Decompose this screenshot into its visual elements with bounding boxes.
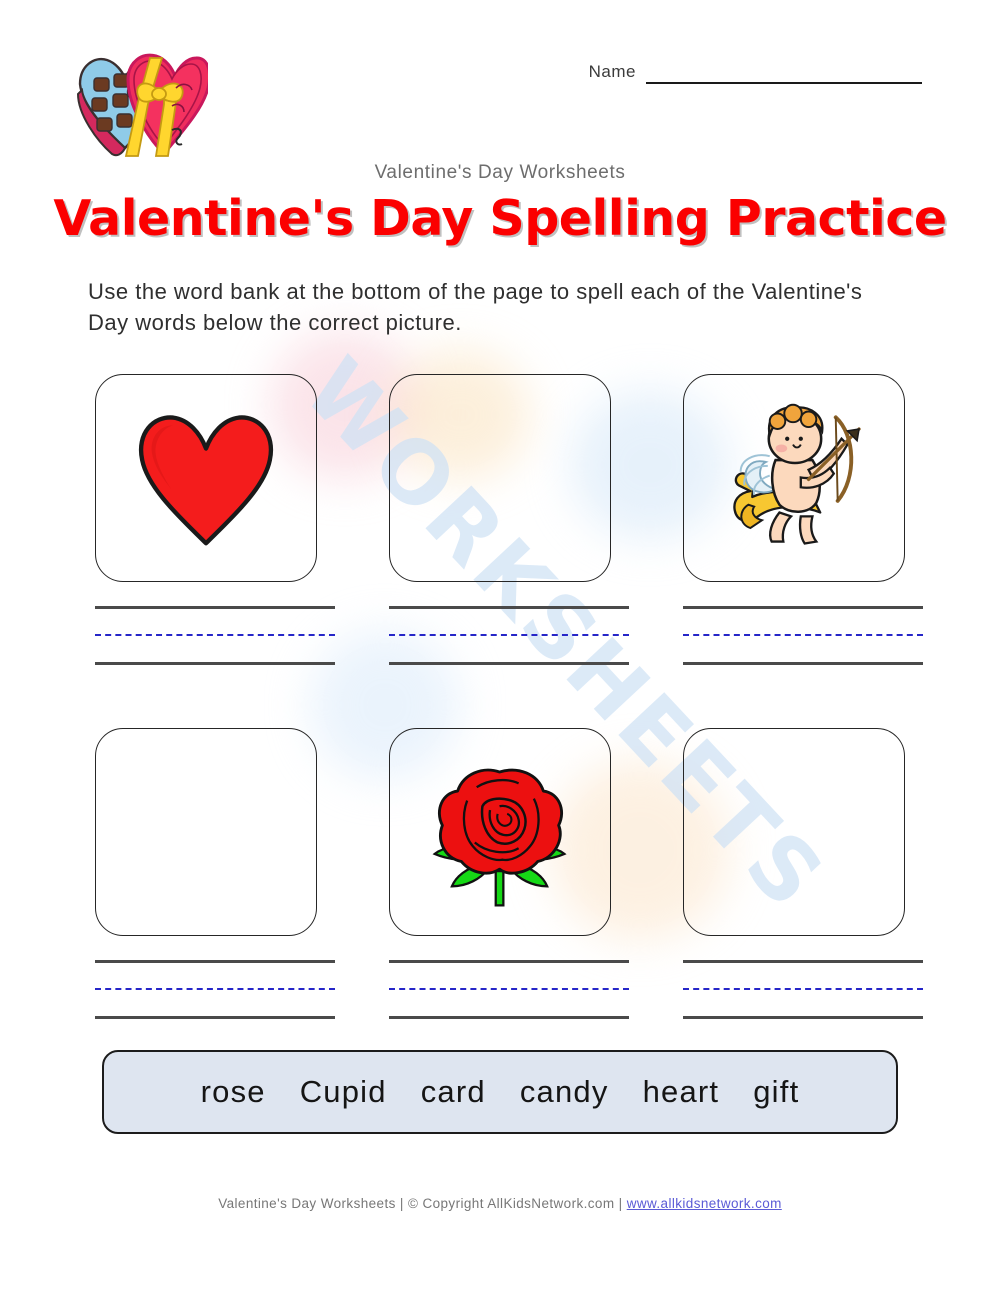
worksheet-page: WORKSHEETS Name Valentine's Day Workshee… [0, 0, 1000, 1294]
line-mid-dashed [95, 634, 335, 636]
line-bottom [683, 662, 923, 665]
name-input-line[interactable] [646, 82, 922, 84]
writing-lines[interactable] [683, 960, 923, 1020]
grid-cell [683, 374, 923, 666]
picture-box-empty [683, 728, 905, 936]
writing-lines[interactable] [389, 960, 629, 1020]
line-bottom [95, 662, 335, 665]
name-field-row: Name [589, 62, 922, 84]
line-mid-dashed [95, 988, 335, 990]
line-top [683, 960, 923, 963]
grid-cell [95, 374, 335, 666]
rose-icon [432, 768, 567, 907]
picture-box-cupid [683, 374, 905, 582]
writing-lines[interactable] [95, 606, 335, 666]
line-top [389, 960, 629, 963]
line-mid-dashed [683, 634, 923, 636]
instructions-text: Use the word bank at the bottom of the p… [88, 279, 863, 335]
worksheet-grid [95, 374, 923, 1020]
line-bottom [389, 662, 629, 665]
line-top [95, 960, 335, 963]
word-bank-item: candy [519, 1074, 609, 1109]
grid-cell [389, 728, 629, 1020]
grid-cell [683, 728, 923, 1020]
line-mid-dashed [389, 988, 629, 990]
line-bottom [683, 1016, 923, 1019]
line-top [95, 606, 335, 609]
page-title: Valentine's Day Spelling Practice [53, 190, 947, 247]
cupid-icon [733, 403, 861, 545]
grid-row [95, 374, 923, 666]
grid-row [95, 728, 923, 1020]
writing-lines[interactable] [683, 606, 923, 666]
name-label: Name [588, 62, 636, 81]
grid-cell [389, 374, 629, 666]
picture-box-empty [95, 728, 317, 936]
word-bank-item: rose [200, 1074, 266, 1109]
footer-copyright: Valentine's Day Worksheets | © Copyright… [218, 1196, 627, 1211]
writing-lines[interactable] [95, 960, 335, 1020]
picture-box-empty [389, 374, 611, 582]
writing-lines[interactable] [389, 606, 629, 666]
footer-link[interactable]: www.allkidsnetwork.com [627, 1196, 782, 1211]
line-mid-dashed [683, 988, 923, 990]
heart-chocolate-box-icon [72, 44, 211, 170]
picture-box-heart [95, 374, 317, 582]
footer: Valentine's Day Worksheets | © Copyright… [0, 1196, 1000, 1211]
word-bank-item: heart [642, 1074, 720, 1109]
word-bank: rose Cupid card candy heart gift [102, 1050, 898, 1134]
line-bottom [95, 1016, 335, 1019]
line-top [683, 606, 923, 609]
line-bottom [389, 1016, 629, 1019]
grid-cell [95, 728, 335, 1020]
word-bank-item: card [420, 1074, 486, 1109]
word-bank-item: Cupid [299, 1074, 387, 1109]
heart-icon [138, 414, 274, 545]
line-top [389, 606, 629, 609]
word-bank-item: gift [753, 1074, 800, 1109]
page-subtitle: Valentine's Day Worksheets [374, 162, 626, 183]
picture-box-rose [389, 728, 611, 936]
line-mid-dashed [389, 634, 629, 636]
